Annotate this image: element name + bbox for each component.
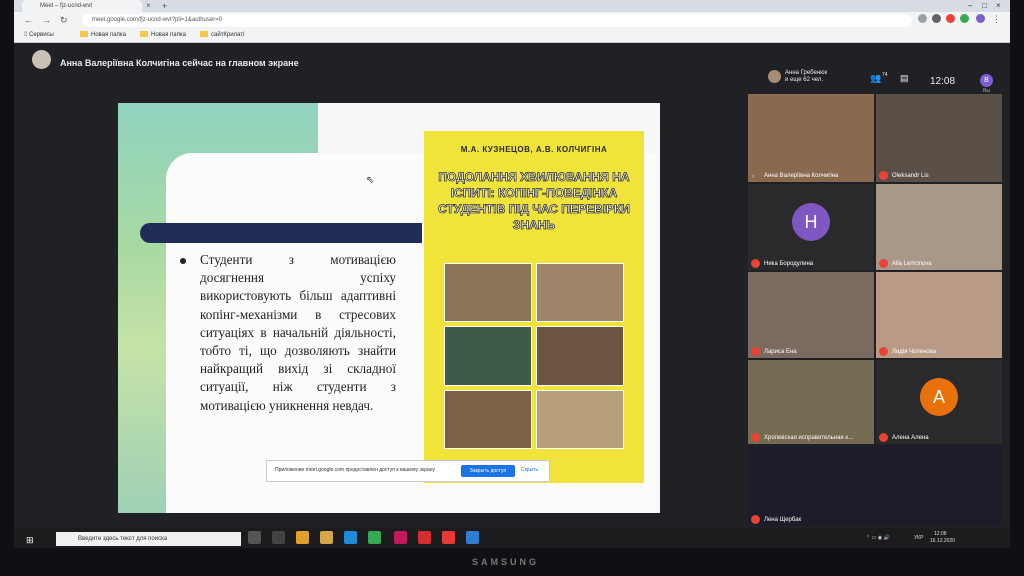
- participant-name: Лена Щербак: [764, 517, 802, 523]
- folder-icon: [140, 31, 148, 38]
- participant-tile[interactable]: А Алена Алена: [876, 360, 1002, 444]
- book-photo: [536, 263, 624, 323]
- windows-start-icon[interactable]: ⊞: [26, 535, 34, 546]
- screen: Meet – fjz-ucnd-wvt × + – □ × ← → ↻ meet…: [14, 0, 1010, 548]
- participant-tile[interactable]: Лена Щербак: [748, 446, 1002, 526]
- menu-icon[interactable]: ⋮: [992, 12, 1001, 26]
- folder-icon: [80, 31, 88, 38]
- bookmark-folder[interactable]: сайтКрилаті: [200, 31, 244, 40]
- hide-button[interactable]: Скрыть: [521, 467, 538, 473]
- mic-off-icon: [751, 347, 760, 356]
- people-icon[interactable]: 👥: [870, 73, 881, 84]
- user-avatar[interactable]: В: [980, 74, 993, 87]
- book-photo: [536, 326, 624, 386]
- pdf-icon[interactable]: [418, 531, 431, 544]
- minimize-icon[interactable]: –: [968, 0, 972, 12]
- taskbar-time[interactable]: 12:08: [934, 531, 947, 537]
- extension-icon[interactable]: [946, 14, 955, 23]
- slide-bullet-text: Студенти з мотивацією досягнення успіху …: [200, 252, 396, 413]
- app-icon[interactable]: [272, 531, 285, 544]
- mic-off-icon: [879, 433, 888, 442]
- maximize-icon[interactable]: □: [982, 0, 987, 12]
- monitor-brand-logo: SAMSUNG: [472, 557, 540, 567]
- book-title: ПОДОЛАННЯ ХВИЛЮВАННЯ НА ІСПИТІ: КОПІНГ-П…: [438, 170, 630, 233]
- book-authors: М.А. КУЗНЕЦОВ, А.В. КОЛЧИГІНА: [460, 145, 608, 154]
- back-icon[interactable]: ←: [24, 13, 33, 27]
- stop-sharing-button[interactable]: Закрыть доступ: [461, 465, 515, 477]
- edge-icon[interactable]: [344, 531, 357, 544]
- mic-off-icon: [751, 259, 760, 268]
- star-icon[interactable]: [932, 14, 941, 23]
- presenter-avatar: [32, 50, 51, 69]
- taskbar-search-input[interactable]: Введите здесь текст для поиска: [56, 532, 241, 546]
- participant-name: Анна Валеріївна Колчигіна: [764, 173, 839, 179]
- participant-count: 74: [882, 72, 888, 78]
- book-photo: [444, 326, 532, 386]
- mic-off-icon: [751, 433, 760, 442]
- participant-name: Alla Lemonova: [892, 261, 932, 267]
- chrome-icon[interactable]: [368, 531, 381, 544]
- bookmark-apps[interactable]: ⁞⁞ Сервисы: [24, 31, 54, 40]
- mic-off-icon: [751, 515, 760, 524]
- book-photo: [444, 263, 532, 323]
- participant-name: Алена Алена: [892, 435, 929, 441]
- forward-icon[interactable]: →: [42, 13, 51, 27]
- app-icon[interactable]: [466, 531, 479, 544]
- participant-tile[interactable]: Oleksandr Lis: [876, 94, 1002, 182]
- mouse-cursor-icon: ⇖: [366, 175, 375, 186]
- task-view-icon[interactable]: [248, 531, 261, 544]
- participant-tile[interactable]: Н Ника Бородулина: [748, 184, 874, 270]
- mic-off-icon: [879, 171, 888, 180]
- profile-avatar[interactable]: [976, 14, 985, 23]
- participant-name: Ника Бородулина: [764, 261, 814, 267]
- language-indicator[interactable]: УКР: [914, 535, 923, 541]
- participant-tile[interactable]: Alla Lemonova: [876, 184, 1002, 270]
- participant-name: Хролевская исправительная к...: [764, 435, 853, 441]
- browser-tab[interactable]: Meet – fjz-ucnd-wvt: [22, 0, 142, 12]
- close-window-icon[interactable]: ×: [996, 0, 1001, 12]
- book-photo: [536, 389, 624, 449]
- bookmark-folder[interactable]: Новая папка: [140, 31, 186, 40]
- screen-share-notice: Приложение meet.google.com предоставлен …: [266, 460, 550, 482]
- bullet-icon: [180, 258, 186, 264]
- participant-tile[interactable]: ◖ Анна Валеріївна Колчигіна: [748, 94, 874, 182]
- bookmark-folder[interactable]: Новая папка: [80, 31, 126, 40]
- slide-accent-bar: [140, 223, 422, 243]
- folder-icon: [200, 31, 208, 38]
- participant-initial-avatar: А: [920, 378, 958, 416]
- presenter-status: Анна Валеріївна Колчигіна сейчас на глав…: [60, 58, 299, 68]
- tab-close-icon[interactable]: ×: [146, 0, 151, 12]
- address-bar[interactable]: meet.google.com/fjz-ucnd-wvt?pli=1&authu…: [82, 14, 912, 27]
- participant-tile[interactable]: Лариса Ена: [748, 272, 874, 358]
- participant-tile[interactable]: Лидія Чопенова: [876, 272, 1002, 358]
- meet-clock: 12:08: [930, 76, 956, 87]
- participant-tile[interactable]: Хролевская исправительная к...: [748, 360, 874, 444]
- participant-avatar: [768, 70, 781, 83]
- chat-icon[interactable]: ▤: [900, 73, 909, 84]
- participant-name: Лариса Ена: [764, 349, 797, 355]
- new-tab-icon[interactable]: +: [162, 0, 167, 12]
- participant-initial-avatar: Н: [792, 203, 830, 241]
- participants-summary[interactable]: Анна Гребенюк и еще 62 чел.: [785, 70, 827, 84]
- app-icon[interactable]: [394, 531, 407, 544]
- app-icon[interactable]: [442, 531, 455, 544]
- book-photo: [444, 389, 532, 449]
- participant-name: Лидія Чопенова: [892, 349, 937, 355]
- mic-on-icon: ◖: [751, 173, 756, 180]
- reload-icon[interactable]: ↻: [60, 13, 68, 27]
- book-cover: М.А. КУЗНЕЦОВ, А.В. КОЛЧИГІНА ПОДОЛАННЯ …: [424, 131, 644, 483]
- explorer-icon[interactable]: [320, 531, 333, 544]
- presented-slide: Студенти з мотивацією досягнення успіху …: [118, 103, 660, 513]
- app-icon[interactable]: [296, 531, 309, 544]
- mic-off-icon: [879, 347, 888, 356]
- tray-icons[interactable]: ⌃ ▭ ◉ 🔊: [866, 535, 890, 541]
- participant-name: Oleksandr Lis: [892, 173, 929, 179]
- taskbar-date[interactable]: 16.12.2020: [930, 538, 955, 544]
- book-photo-grid: [444, 263, 624, 449]
- mic-off-icon: [879, 259, 888, 268]
- extension-icon[interactable]: [960, 14, 969, 23]
- extension-icon[interactable]: [918, 14, 927, 23]
